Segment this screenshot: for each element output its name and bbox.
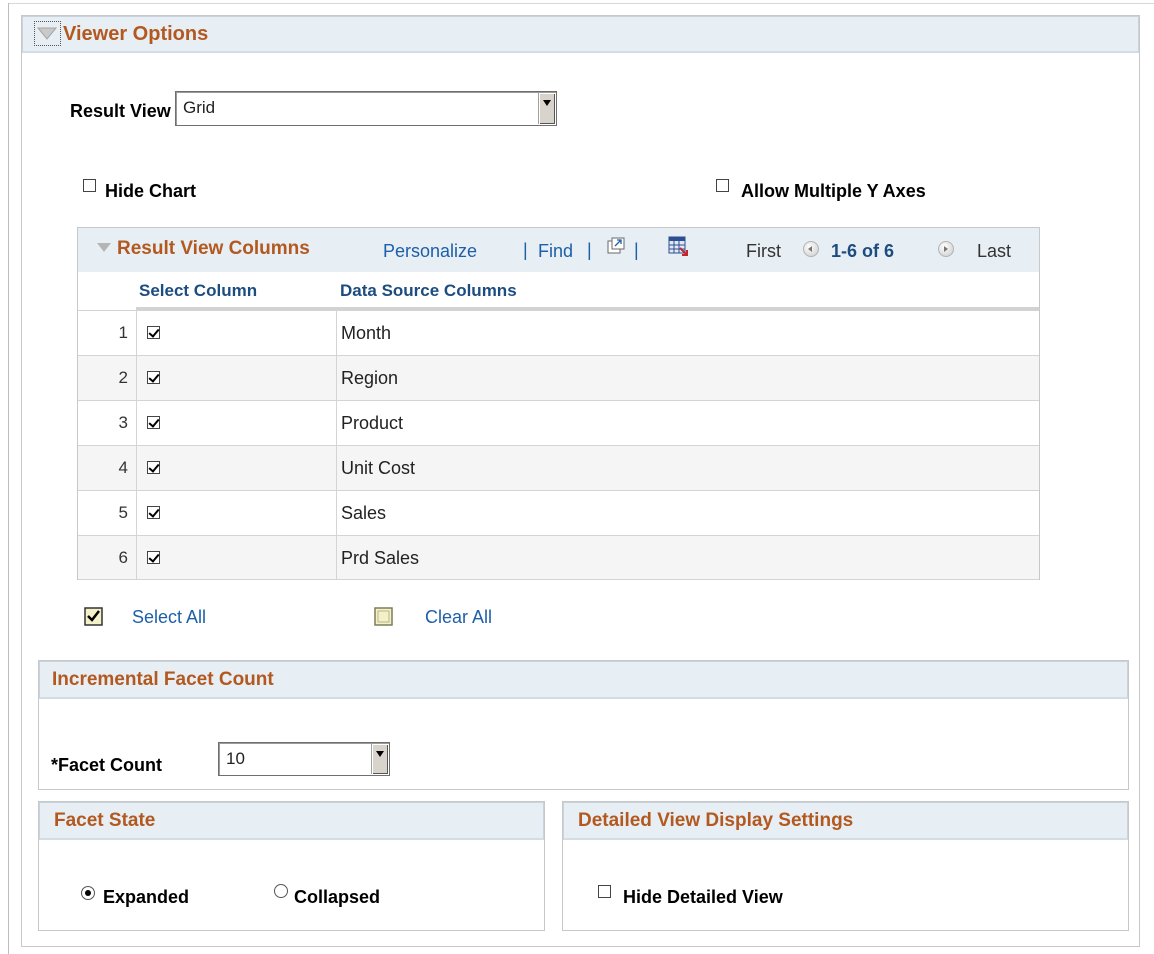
table-row: 2 Region — [78, 355, 1039, 400]
column-divider — [336, 310, 337, 580]
clear-all-link[interactable]: Clear All — [425, 607, 492, 628]
separator: | — [587, 240, 592, 260]
facet-count-label: *Facet Count — [51, 755, 163, 775]
last-label: Last — [977, 241, 1012, 261]
top-divider — [8, 3, 1154, 4]
hide-chart-label: Hide Chart — [105, 181, 197, 201]
clear-all-icon[interactable] — [374, 607, 394, 627]
table-row: 3 Product — [78, 400, 1039, 445]
incremental-facet-count-title: Incremental Facet Count — [52, 669, 274, 690]
select-column-checkbox[interactable] — [147, 461, 160, 474]
table-row: 4 Unit Cost — [78, 445, 1039, 490]
separator: | — [523, 240, 528, 260]
collapsed-label: Collapsed — [294, 887, 381, 907]
row-number: 4 — [118, 458, 128, 477]
row-number: 3 — [118, 413, 128, 432]
data-source-column: Month — [341, 323, 392, 343]
select-column-checkbox[interactable] — [147, 371, 160, 384]
collapsed-radio[interactable] — [274, 884, 288, 898]
select-column-checkbox[interactable] — [147, 551, 160, 564]
hide-chart-checkbox[interactable] — [83, 179, 96, 192]
find-link[interactable]: Find — [538, 241, 573, 262]
first-label: First — [746, 241, 781, 261]
detailed-view-title: Detailed View Display Settings — [578, 810, 854, 831]
data-source-column: Unit Cost — [341, 458, 416, 478]
grid-title: Result View Columns — [117, 238, 310, 259]
chevron-down-icon[interactable] — [371, 744, 388, 774]
facet-state-title: Facet State — [54, 810, 156, 831]
collapse-toggle[interactable] — [34, 21, 61, 46]
data-source-column: Sales — [341, 503, 387, 523]
data-source-column: Prd Sales — [341, 548, 420, 568]
viewer-options-title: Viewer Options — [63, 23, 209, 45]
hide-detailed-view-checkbox[interactable] — [598, 885, 611, 898]
select-all-link[interactable]: Select All — [132, 607, 206, 628]
previous-icon[interactable] — [803, 241, 819, 257]
column-divider — [136, 310, 137, 580]
row-number: 2 — [118, 368, 128, 387]
separator: | — [634, 240, 639, 260]
chevron-down-icon[interactable] — [538, 93, 555, 124]
data-source-column: Region — [341, 368, 399, 388]
expanded-radio[interactable] — [81, 886, 95, 900]
result-view-value: Grid — [183, 98, 216, 117]
select-column-checkbox[interactable] — [147, 506, 160, 519]
triangle-down-icon[interactable] — [96, 242, 112, 254]
new-window-icon[interactable] — [607, 237, 625, 255]
select-all-icon[interactable] — [84, 607, 104, 627]
facet-count-value: 10 — [226, 749, 245, 768]
triangle-down-icon — [36, 27, 58, 40]
allow-multiple-y-axes-label: Allow Multiple Y Axes — [741, 181, 926, 201]
download-spreadsheet-icon[interactable] — [668, 236, 688, 256]
expanded-label: Expanded — [103, 887, 190, 907]
table-row: 5 Sales — [78, 490, 1039, 535]
table-row: 1 Month — [78, 310, 1039, 355]
select-column-checkbox[interactable] — [147, 326, 160, 339]
left-divider — [8, 3, 9, 954]
row-number: 5 — [118, 503, 128, 522]
row-number: 1 — [118, 323, 128, 342]
table-row: 6 Prd Sales — [78, 535, 1039, 580]
result-view-select[interactable]: Grid — [175, 91, 557, 126]
data-source-column: Product — [341, 413, 404, 433]
allow-multiple-y-axes-checkbox[interactable] — [716, 179, 729, 192]
facet-count-select[interactable]: 10 — [218, 742, 390, 776]
select-column-checkbox[interactable] — [147, 416, 160, 429]
row-number: 6 — [118, 548, 128, 567]
column-header-select[interactable]: Select Column — [139, 281, 257, 301]
hide-detailed-view-label: Hide Detailed View — [623, 887, 783, 907]
next-icon[interactable] — [938, 241, 954, 257]
row-range: 1-6 of 6 — [831, 241, 895, 261]
column-header-source[interactable]: Data Source Columns — [340, 281, 517, 301]
result-view-label: Result View — [70, 101, 171, 121]
personalize-link[interactable]: Personalize — [383, 241, 477, 262]
